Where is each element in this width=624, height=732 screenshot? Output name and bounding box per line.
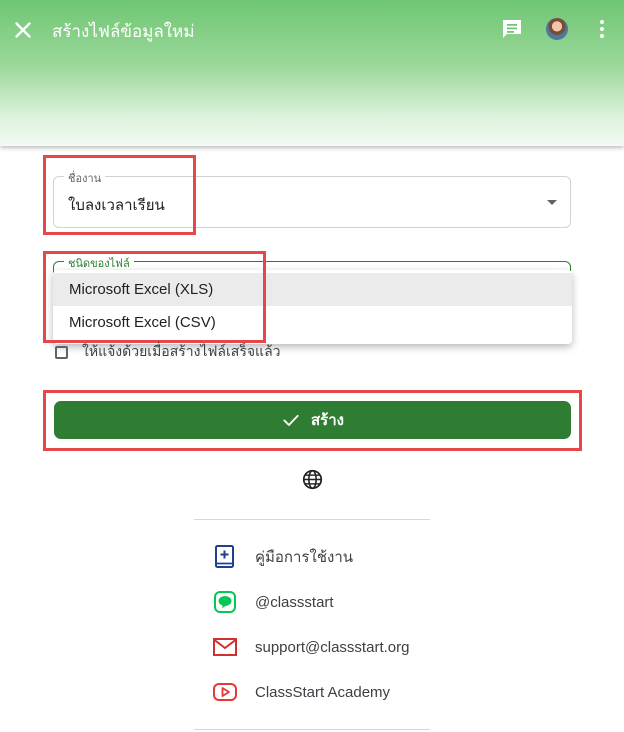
footer-divider-top: [194, 519, 430, 520]
link-line-label: @classstart: [255, 593, 334, 611]
link-youtube[interactable]: ClassStart Academy: [212, 679, 390, 705]
notify-checkbox-label: ให้แจ้งด้วยเมื่อสร้างไฟล์เสร็จแล้ว: [82, 343, 281, 359]
dropdown-arrow-icon: [547, 200, 557, 205]
mail-icon: [213, 638, 237, 656]
close-icon[interactable]: [10, 17, 36, 43]
notify-checkbox-row[interactable]: ให้แจ้งด้วยเมื่อสร้างไฟล์เสร็จแล้ว: [55, 342, 281, 362]
link-email[interactable]: support@classstart.org: [212, 634, 409, 660]
chat-icon[interactable]: [500, 17, 524, 41]
line-icon: [214, 591, 236, 613]
footer-divider-bottom: [194, 729, 430, 730]
globe-icon[interactable]: [302, 469, 323, 490]
avatar[interactable]: [546, 18, 568, 40]
page-title: สร้างไฟล์ข้อมูลใหม่: [52, 22, 195, 41]
app-bar: สร้างไฟล์ข้อมูลใหม่: [0, 0, 624, 146]
link-line[interactable]: @classstart: [212, 589, 334, 615]
link-email-label: support@classstart.org: [255, 638, 410, 656]
more-vert-icon[interactable]: [590, 17, 614, 41]
highlight-box-file-type: [43, 251, 266, 343]
link-youtube-label: ClassStart Academy: [255, 683, 391, 701]
highlight-box-create: [43, 390, 582, 451]
manual-book-icon: [215, 545, 234, 568]
highlight-box-task: [43, 155, 196, 235]
youtube-icon: [213, 683, 237, 701]
link-manual-label: คู่มือการใช้งาน: [255, 549, 353, 566]
link-manual[interactable]: คู่มือการใช้งาน: [212, 544, 353, 570]
notify-checkbox[interactable]: [55, 345, 68, 359]
